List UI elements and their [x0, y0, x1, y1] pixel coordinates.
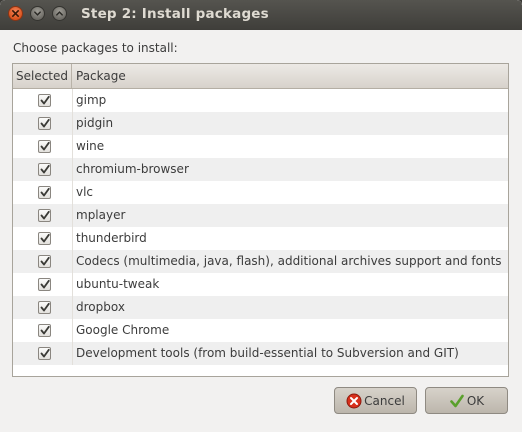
column-divider — [72, 89, 73, 112]
column-divider — [72, 181, 73, 204]
column-divider — [72, 204, 73, 227]
cancel-button-label: Cancel — [364, 393, 405, 408]
table-row[interactable]: pidgin — [13, 112, 508, 135]
package-list[interactable]: Selected Package gimp pidgin wine chromium-… — [12, 63, 509, 377]
package-checkbox[interactable] — [38, 255, 51, 268]
checkmark-icon — [40, 233, 50, 243]
instruction-label: Choose packages to install: — [13, 41, 178, 55]
package-checkbox[interactable] — [38, 140, 51, 153]
table-row[interactable]: Google Chrome — [13, 319, 508, 342]
table-row[interactable]: dropbox — [13, 296, 508, 319]
package-checkbox[interactable] — [38, 163, 51, 176]
package-name: Codecs (multimedia, java, flash), additi… — [76, 254, 502, 268]
package-name: Development tools (from build-essential … — [76, 346, 459, 360]
close-window-button[interactable] — [8, 6, 23, 21]
checkmark-icon — [40, 164, 50, 174]
install-packages-dialog: Step 2: Install packages Choose packages… — [0, 0, 522, 432]
cancel-button[interactable]: Cancel — [334, 387, 417, 414]
checkmark-icon — [40, 325, 50, 335]
package-checkbox[interactable] — [38, 117, 51, 130]
package-name: wine — [76, 139, 105, 153]
column-header-package[interactable]: Package — [76, 64, 126, 88]
table-row[interactable]: mplayer — [13, 204, 508, 227]
package-checkbox[interactable] — [38, 278, 51, 291]
package-checkbox[interactable] — [38, 209, 51, 222]
column-divider — [72, 112, 73, 135]
column-divider — [72, 296, 73, 319]
table-row[interactable]: ubuntu-tweak — [13, 273, 508, 296]
chevron-up-icon — [56, 11, 63, 16]
package-name: Google Chrome — [76, 323, 170, 337]
checkmark-icon — [40, 95, 50, 105]
column-divider — [72, 135, 73, 158]
table-row[interactable]: gimp — [13, 89, 508, 112]
package-checkbox[interactable] — [38, 347, 51, 360]
maximize-window-button[interactable] — [52, 6, 67, 21]
ok-button-label: OK — [466, 393, 485, 408]
checkmark-icon — [40, 348, 50, 358]
column-divider — [72, 319, 73, 342]
package-name: ubuntu-tweak — [76, 277, 160, 291]
package-checkbox[interactable] — [38, 301, 51, 314]
package-checkbox[interactable] — [38, 232, 51, 245]
checkmark-icon — [40, 187, 50, 197]
ok-button[interactable]: OK — [425, 387, 508, 414]
package-name: dropbox — [76, 300, 125, 314]
column-divider — [72, 158, 73, 181]
package-checkbox[interactable] — [38, 94, 51, 107]
checkmark-icon — [40, 256, 50, 266]
column-divider — [72, 227, 73, 250]
cancel-icon — [346, 393, 362, 408]
table-row[interactable]: chromium-browser — [13, 158, 508, 181]
package-checkbox[interactable] — [38, 186, 51, 199]
column-divider — [72, 273, 73, 296]
minimize-window-button[interactable] — [30, 6, 45, 21]
package-checkbox[interactable] — [38, 324, 51, 337]
checkmark-icon — [40, 302, 50, 312]
list-header: Selected Package — [13, 64, 508, 89]
checkmark-icon — [40, 141, 50, 151]
chevron-down-icon — [34, 11, 41, 16]
window-title: Step 2: Install packages — [81, 6, 269, 22]
table-row[interactable]: Development tools (from build-essential … — [13, 342, 508, 365]
package-name: gimp — [76, 93, 107, 107]
package-name: vlc — [76, 185, 94, 199]
table-row[interactable]: Codecs (multimedia, java, flash), additi… — [13, 250, 508, 273]
checkmark-icon — [450, 394, 464, 407]
package-name: chromium-browser — [76, 162, 189, 176]
column-divider — [72, 342, 73, 365]
column-header-selected[interactable]: Selected — [13, 64, 72, 88]
table-row[interactable]: wine — [13, 135, 508, 158]
checkmark-icon — [40, 279, 50, 289]
package-name: thunderbird — [76, 231, 147, 245]
table-row[interactable]: thunderbird — [13, 227, 508, 250]
title-bar[interactable]: Step 2: Install packages — [0, 0, 522, 30]
checkmark-icon — [40, 118, 50, 128]
checkmark-icon — [40, 210, 50, 220]
close-icon — [11, 9, 20, 18]
table-row[interactable]: vlc — [13, 181, 508, 204]
package-name: pidgin — [76, 116, 114, 130]
column-divider — [72, 250, 73, 273]
list-rows: gimp pidgin wine chromium-browser vlc mplayer… — [13, 89, 508, 365]
package-name: mplayer — [76, 208, 126, 222]
